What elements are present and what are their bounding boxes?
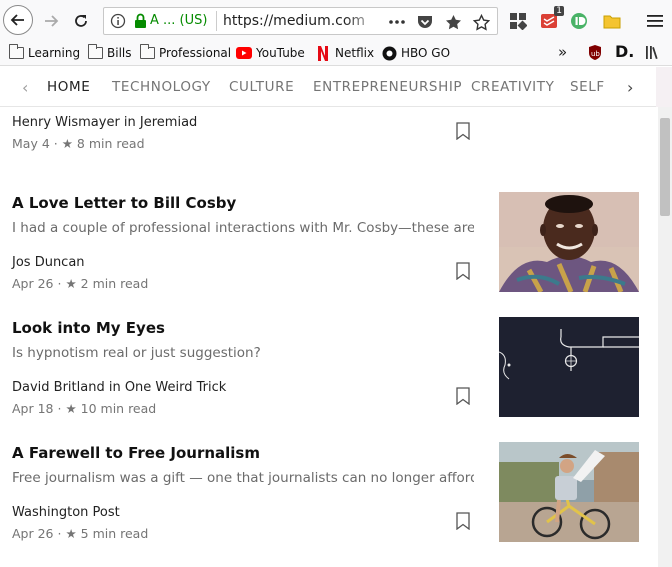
article-date: Apr 26 [12, 526, 54, 541]
page-actions-icon[interactable] [387, 12, 407, 32]
svg-text:ub: ub [591, 50, 600, 58]
article-author[interactable]: Jos Duncan [12, 255, 85, 270]
bookmark-label: Bills [107, 46, 132, 60]
hbo-icon [381, 46, 397, 60]
reload-icon [75, 15, 87, 27]
topic-technology[interactable]: TECHNOLOGY [112, 79, 211, 95]
bookmarks-toolbar: Learning Bills Professional YouTube Netf… [0, 40, 672, 66]
dashlane-icon[interactable]: D. [615, 42, 634, 61]
meta-separator: · ★ [57, 526, 81, 541]
forward-arrow-icon [45, 15, 59, 27]
todoist-extension-icon[interactable]: 1 [538, 6, 564, 32]
nav-right-chevron-icon[interactable]: › [627, 78, 633, 97]
topic-entrepreneurship[interactable]: ENTREPRENEURSHIP [313, 79, 462, 95]
folder-icon [139, 44, 155, 60]
article-read-time: 5 min read [80, 526, 149, 541]
article-meta: Apr 26 · ★ 2 min read [12, 276, 148, 291]
pushbullet-icon[interactable] [568, 10, 590, 32]
extensions-grid-icon[interactable] [507, 10, 529, 32]
bookmark-label: YouTube [256, 46, 305, 60]
forward-button[interactable] [36, 6, 66, 36]
meta-separator: · ★ [53, 136, 77, 151]
bookmark-label: Netflix [335, 46, 375, 60]
nav-left-chevron-icon[interactable]: ‹ [22, 78, 28, 97]
article-subtitle[interactable]: Free journalism was a gift — one that jo… [12, 470, 474, 486]
bookmark-icon[interactable] [456, 512, 470, 530]
article-title[interactable]: A Love Letter to Bill Cosby [12, 194, 236, 212]
folder-sync-icon[interactable] [601, 10, 623, 32]
bookmark-label: HBO GO [401, 46, 451, 60]
bookmark-netflix[interactable]: Netflix [315, 44, 374, 62]
lock-icon [134, 13, 147, 33]
extension-badge: 1 [554, 6, 564, 16]
browser-toolbar: A ... (US) https://medium.com 1 [0, 0, 672, 40]
ublock-icon[interactable]: ub [587, 44, 603, 65]
folder-icon [8, 44, 24, 60]
article-author[interactable]: Henry Wismayer in Jeremiad [12, 115, 197, 130]
topic-nav: ‹ HOME TECHNOLOGY CULTURE ENTREPRENEURSH… [0, 67, 658, 107]
bookmark-hbo-go[interactable]: HBO GO [381, 44, 450, 62]
scrollbar-thumb[interactable] [660, 118, 670, 216]
netflix-icon [315, 45, 331, 61]
bookmark-icon[interactable] [456, 122, 470, 140]
bookmark-youtube[interactable]: YouTube [236, 44, 305, 62]
article-date: May 4 [12, 136, 50, 151]
bookmark-icon[interactable] [456, 387, 470, 405]
topic-culture[interactable]: CULTURE [229, 79, 294, 95]
article-subtitle[interactable]: I had a couple of professional interacti… [12, 220, 474, 236]
url-bar[interactable]: A ... (US) https://medium.com [103, 7, 498, 35]
back-button[interactable] [3, 5, 33, 35]
folder-icon [87, 44, 103, 60]
library-icon[interactable] [645, 45, 661, 64]
url-separator [216, 11, 217, 31]
meta-separator: · ★ [57, 401, 81, 416]
bookmark-star-icon[interactable] [471, 12, 491, 32]
hamburger-menu-icon[interactable] [644, 10, 666, 32]
meta-separator: · ★ [57, 276, 81, 291]
info-icon[interactable] [110, 13, 126, 33]
bookmark-bills[interactable]: Bills [87, 44, 132, 62]
article-read-time: 10 min read [80, 401, 157, 416]
article-meta: Apr 26 · ★ 5 min read [12, 526, 148, 541]
nav-edge [656, 67, 672, 107]
pocket-icon[interactable] [415, 12, 435, 32]
article-title[interactable]: Look into My Eyes [12, 319, 165, 337]
site-identity[interactable]: A ... (US) [150, 13, 207, 28]
article-read-time: 8 min read [76, 136, 145, 151]
article-meta: May 4 · ★ 8 min read [12, 136, 145, 151]
bookmark-professional[interactable]: Professional [139, 44, 231, 62]
starred-extension-icon[interactable] [443, 12, 463, 32]
article-title[interactable]: A Farewell to Free Journalism [12, 444, 260, 462]
article-read-time: 2 min read [80, 276, 149, 291]
article-date: Apr 26 [12, 276, 54, 291]
article-meta: Apr 18 · ★ 10 min read [12, 401, 156, 416]
bookmark-learning[interactable]: Learning [8, 44, 80, 62]
article-subtitle[interactable]: Is hypnotism real or just suggestion? [12, 345, 474, 361]
article-date: Apr 18 [12, 401, 54, 416]
bookmark-label: Professional [159, 46, 232, 60]
topic-creativity[interactable]: CREATIVITY [471, 79, 554, 95]
youtube-icon [236, 46, 252, 60]
bookmark-label: Learning [28, 46, 81, 60]
topic-home[interactable]: HOME [47, 79, 90, 95]
article-thumbnail[interactable] [499, 442, 639, 542]
article-author[interactable]: Washington Post [12, 505, 120, 520]
article-thumbnail[interactable] [499, 317, 639, 417]
article-feed: Henry Wismayer in Jeremiad May 4 · ★ 8 m… [0, 107, 658, 567]
url-fade [344, 10, 384, 32]
topic-self[interactable]: SELF [570, 79, 605, 95]
article-author[interactable]: David Britland in One Weird Trick [12, 380, 226, 395]
article-thumbnail[interactable] [499, 192, 639, 292]
back-arrow-icon [10, 14, 24, 26]
bookmark-icon[interactable] [456, 262, 470, 280]
overflow-chevron-icon[interactable]: » [558, 43, 567, 61]
reload-button[interactable] [66, 6, 96, 36]
